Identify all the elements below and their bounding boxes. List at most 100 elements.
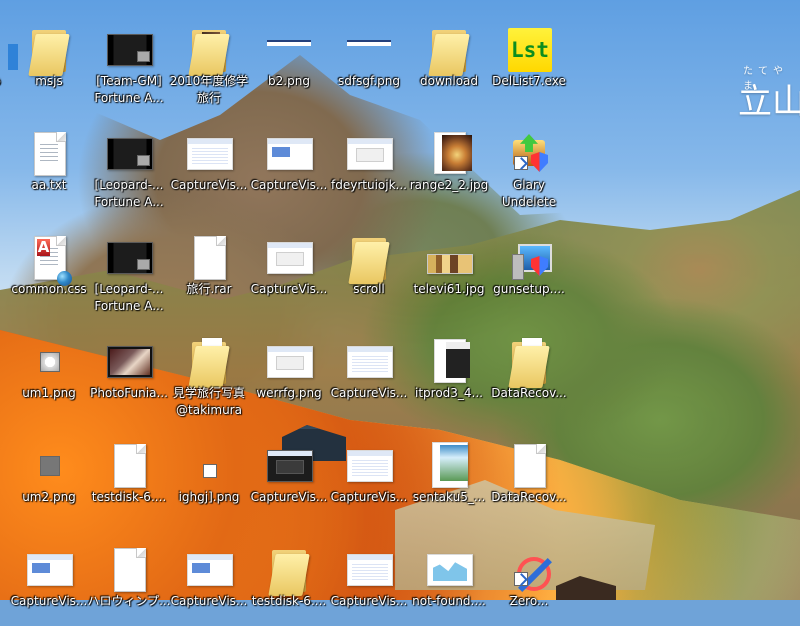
desktop-icon-label: b2.png — [268, 74, 310, 88]
screenshot-thumbnail-icon — [24, 544, 74, 598]
desktop-icon-label: CaptureVis... — [10, 594, 88, 608]
desktop-icon[interactable]: sdfsgf.png — [325, 14, 413, 106]
wallpaper-title-watermark: たてやま 立山 — [738, 62, 800, 122]
desktop-icon[interactable]: 見学旅行写真 @takimura — [165, 326, 253, 418]
desktop-icon-label: CaptureVis... — [330, 386, 408, 400]
folder-icon — [264, 544, 314, 598]
desktop-icon[interactable]: ighgj].png — [165, 430, 253, 522]
desktop-icon-label: scroll — [353, 282, 385, 296]
desktop-icon-label: PhotoFunia... — [90, 386, 168, 400]
photo-thumbnail-icon — [104, 336, 154, 390]
desktop-icon[interactable]: testdisk-6.... — [245, 534, 333, 626]
css-file-icon: A — [24, 232, 74, 286]
desktop-icon[interactable]: PhotoFunia... — [85, 326, 173, 418]
desktop-icon[interactable]: CaptureVis... — [5, 534, 93, 626]
desktop-icon[interactable]: werrfg.png — [245, 326, 333, 418]
desktop-icon-label: DataRecov... — [491, 490, 567, 504]
desktop-icon[interactable]: [Leopard-... Fortune A... — [85, 222, 173, 314]
desktop-icon[interactable]: gunsetup.... — [485, 222, 573, 314]
desktop-icon[interactable]: DataRecov... — [485, 326, 573, 418]
desktop-icon[interactable]: [Leopard-... Fortune A... — [85, 118, 173, 210]
screenshot-thumbnail-icon — [264, 440, 314, 494]
desktop-icon[interactable]: CaptureVis... — [325, 534, 413, 626]
desktop-icon[interactable]: ハロウィンプ... — [85, 534, 173, 626]
desktop-icon-label: ighgj].png — [178, 490, 240, 504]
desktop-icon[interactable]: CaptureVis... — [245, 430, 333, 522]
desktop-icon-label: CaptureVis... — [330, 594, 408, 608]
photo-thumbnail-icon — [424, 544, 474, 598]
document-file-icon — [104, 544, 154, 598]
desktop-icon[interactable]: sentaku5_... — [405, 430, 493, 522]
folder-icon — [344, 232, 394, 286]
desktop-icon[interactable]: download — [405, 14, 493, 106]
png-thumbnail-icon — [24, 336, 74, 390]
desktop-icon[interactable]: [Team-GM] Fortune A... — [85, 14, 173, 106]
desktop-icon[interactable]: aa.txt — [5, 118, 93, 210]
desktop-icon-label: gunsetup.... — [493, 282, 565, 296]
screenshot-thumbnail-icon — [184, 128, 234, 182]
photo-thumbnail-icon — [424, 440, 474, 494]
desktop-icon-label: [Team-GM] Fortune A... — [94, 74, 164, 105]
desktop-icon-label: Zero... — [509, 594, 549, 608]
desktop-icon-label: CaptureVis... — [170, 178, 248, 192]
desktop-icon-label: msjs — [35, 74, 63, 88]
screenshot-thumbnail-icon — [344, 544, 394, 598]
desktop-icon-label: testdisk-6.... — [91, 490, 167, 504]
png-thumbnail-icon — [264, 336, 314, 390]
png-thumbnail-icon — [344, 24, 394, 78]
desktop-icon[interactable]: Glary Undelete — [485, 118, 573, 210]
desktop-icon-label: Glary Undelete — [501, 178, 557, 209]
desktop-icon[interactable]: scroll — [325, 222, 413, 314]
desktop-icon[interactable]: fdeyrtuiojk... — [325, 118, 413, 210]
desktop-icon[interactable]: CaptureVis... — [245, 222, 333, 314]
desktop-icon-label: werrfg.png — [256, 386, 322, 400]
desktop-icon-label: DataRecov... — [491, 386, 567, 400]
desktop-icon-label: not-found.... — [412, 594, 486, 608]
desktop-icon-label: ハロウィンプ... — [87, 594, 171, 608]
glary-undelete-icon — [504, 128, 554, 182]
desktop-icon-label: [Leopard-... Fortune A... — [94, 178, 164, 209]
desktop-icon[interactable]: range2_2.jpg — [405, 118, 493, 210]
desktop-icon-label: CaptureVis... — [170, 594, 248, 608]
desktop-icon[interactable]: 旅行.rar — [165, 222, 253, 314]
png-thumbnail-icon — [184, 440, 234, 494]
desktop-icon[interactable]: CaptureVis... — [245, 118, 333, 210]
screenshot-thumbnail-icon — [264, 232, 314, 286]
desktop-icon-label: [Leopard-... Fortune A... — [94, 282, 164, 313]
desktop-icon-label: fdeyrtuiojk... — [331, 178, 407, 192]
desktop-icon[interactable]: not-found.... — [405, 534, 493, 626]
video-file-icon — [104, 24, 154, 78]
desktop-icon[interactable]: b2.png — [245, 14, 333, 106]
desktop-icon[interactable]: Zero... — [485, 534, 573, 626]
screenshot-thumbnail-icon — [344, 440, 394, 494]
desktop-icon[interactable]: testdisk-6.... — [85, 430, 173, 522]
desktop-icon[interactable]: um2.png — [5, 430, 93, 522]
screenshot-thumbnail-icon — [344, 128, 394, 182]
photo-thumbnail-icon — [424, 232, 474, 286]
folder-icon — [24, 24, 74, 78]
desktop-icon-label: itprod3_4... — [415, 386, 483, 400]
document-file-icon — [504, 440, 554, 494]
desktop-icon-label: range2_2.jpg — [409, 178, 489, 192]
desktop-icon[interactable]: CaptureVis... — [165, 534, 253, 626]
desktop-icon[interactable]: itprod3_4... — [405, 326, 493, 418]
document-file-icon — [104, 440, 154, 494]
desktop-icon[interactable]: 2010年度修学 旅行 — [165, 14, 253, 106]
desktop-icon-label: um1.png — [22, 386, 76, 400]
png-thumbnail-icon — [24, 440, 74, 494]
desktop-icon[interactable]: Acommon.css — [5, 222, 93, 314]
desktop-icon[interactable]: DataRecov... — [485, 430, 573, 522]
desktop-icon[interactable]: Lst DelList7.exe — [485, 14, 573, 106]
desktop-icon[interactable]: CaptureVis... — [165, 118, 253, 210]
setup-app-icon — [504, 232, 554, 286]
desktop-icon[interactable]: televi61.jpg — [405, 222, 493, 314]
desktop-icon[interactable]: CaptureVis... — [325, 326, 413, 418]
desktop-icon[interactable]: CaptureVis... — [325, 430, 413, 522]
desktop-icon[interactable]: um1.png — [5, 326, 93, 418]
desktop-icon-label: CaptureVis... — [250, 490, 328, 504]
photo-thumbnail-icon — [424, 336, 474, 390]
desktop-icon-label: televi61.jpg — [413, 282, 485, 296]
desktop-icon[interactable]: msjs — [5, 14, 93, 106]
desktop-icon-label: aa.txt — [31, 178, 67, 192]
desktop-icon-label: sentaku5_... — [412, 490, 486, 504]
